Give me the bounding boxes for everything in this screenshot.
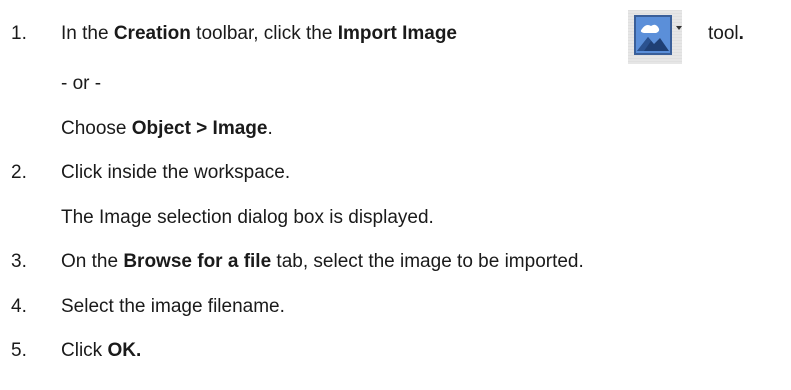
image-glyph-icon [636, 17, 670, 53]
step-text: Click OK. [61, 340, 142, 361]
step-text: On the Browse for a file tab, select the… [61, 251, 584, 272]
tab-name: Browse for a file [123, 251, 272, 272]
tool-suffix: tool. [708, 23, 744, 44]
tool-name: Import Image [337, 23, 458, 44]
button-name: OK. [107, 340, 142, 361]
step-text: Select the image filename. [61, 296, 285, 317]
step-number: 3. [11, 251, 27, 272]
import-image-icon [628, 10, 682, 64]
step-number: 4. [11, 296, 27, 317]
menu-path: Object > Image [131, 118, 268, 139]
step-text: Click inside the workspace. [61, 162, 291, 183]
image-frame [634, 15, 672, 55]
toolbar-name: Creation [113, 23, 191, 44]
step-text: In the Creation toolbar, click the Impor… [61, 23, 458, 44]
step-number: 1. [11, 23, 27, 44]
step-number: 5. [11, 340, 27, 361]
dropdown-arrow-icon [676, 26, 682, 30]
step-number: 2. [11, 162, 27, 183]
